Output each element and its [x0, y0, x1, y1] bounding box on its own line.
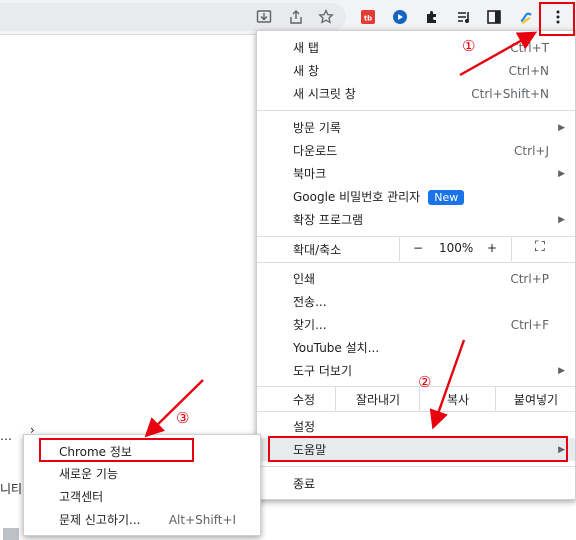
menu-password-manager[interactable]: Google 비밀번호 관리자 New	[257, 185, 575, 208]
extension-play-icon[interactable]	[388, 5, 412, 29]
menu-downloads[interactable]: 다운로드 Ctrl+J	[257, 139, 575, 162]
svg-text:tb: tb	[364, 15, 372, 23]
submenu-report-issue[interactable]: 문제 신고하기... Alt+Shift+I	[24, 508, 260, 531]
submenu-whats-new[interactable]: 새로운 기능	[24, 462, 260, 485]
extension-ribbon-icon[interactable]	[514, 5, 538, 29]
zoom-row: 확대/축소 − 100% + ⛶	[257, 237, 575, 261]
step-marker-1: ①	[462, 37, 476, 55]
extensions-puzzle-icon[interactable]	[420, 5, 444, 29]
zoom-label: 확대/축소	[293, 243, 342, 257]
menu-exit[interactable]: 종료	[257, 472, 575, 495]
menu-find[interactable]: 찾기... Ctrl+F	[257, 313, 575, 336]
edit-row: 수정 잘라내기 복사 붙여넣기	[257, 386, 575, 412]
menu-more-tools[interactable]: 도구 더보기 ▶	[257, 359, 575, 382]
fullscreen-icon[interactable]: ⛶	[535, 239, 545, 255]
menu-extensions[interactable]: 확장 프로그램 ▶	[257, 208, 575, 231]
step-marker-3: ③	[176, 409, 190, 427]
zoom-in-button[interactable]: +	[487, 241, 497, 255]
zoom-value: 100%	[439, 241, 474, 255]
highlight-menu-button	[539, 2, 575, 36]
menu-print[interactable]: 인쇄 Ctrl+P	[257, 267, 575, 290]
chrome-main-menu: 새 탭 Ctrl+T 새 창 Ctrl+N 새 시크릿 창 Ctrl+Shift+N …	[256, 30, 576, 500]
chart-icon	[3, 528, 19, 540]
menu-history[interactable]: 방문 기록 ▶	[257, 116, 575, 139]
install-icon[interactable]	[252, 5, 276, 29]
page-fragment: 니티	[0, 482, 23, 496]
page-fragment: …	[0, 429, 12, 443]
media-controls-icon[interactable]	[452, 5, 476, 29]
side-panel-icon[interactable]	[482, 5, 506, 29]
edit-label: 수정	[293, 392, 316, 407]
step-marker-2: ②	[418, 373, 432, 391]
menu-settings[interactable]: 설정	[257, 415, 575, 438]
cut-button[interactable]: 잘라내기	[335, 387, 420, 411]
menu-new-incognito[interactable]: 새 시크릿 창 Ctrl+Shift+N	[257, 82, 575, 105]
menu-bookmarks[interactable]: 북마크 ▶	[257, 162, 575, 185]
menu-install-youtube[interactable]: YouTube 설치...	[257, 336, 575, 359]
highlight-help-item	[268, 436, 568, 462]
browser-toolbar: tb	[0, 0, 576, 34]
extension-red-icon[interactable]: tb	[356, 5, 380, 29]
menu-new-tab[interactable]: 새 탭 Ctrl+T	[257, 36, 575, 59]
menu-cast[interactable]: 전송...	[257, 290, 575, 313]
bookmark-star-icon[interactable]	[314, 5, 338, 29]
paste-button[interactable]: 붙여넣기	[495, 387, 576, 411]
share-icon[interactable]	[284, 5, 308, 29]
new-badge: New	[428, 190, 465, 205]
menu-new-window[interactable]: 새 창 Ctrl+N	[257, 59, 575, 82]
highlight-about-chrome	[39, 438, 194, 462]
submenu-help-center[interactable]: 고객센터	[24, 485, 260, 508]
zoom-out-button[interactable]: −	[413, 241, 423, 255]
